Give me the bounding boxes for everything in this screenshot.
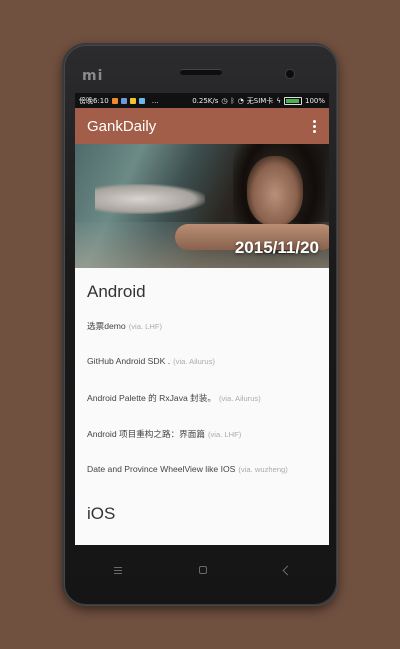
- carrier-label: 无SIM卡: [246, 96, 274, 105]
- notification-icon: [120, 97, 127, 104]
- list-item[interactable]: Android 项目重构之路：界面篇 (via. LHF): [87, 428, 317, 464]
- item-text: Android Palette 的 RxJava 封装。: [87, 393, 216, 403]
- wifi-icon: ◔: [237, 96, 244, 105]
- front-camera: [285, 69, 295, 79]
- app-bar: GankDaily: [75, 108, 329, 144]
- brand-logo: mi: [82, 68, 104, 84]
- home-icon[interactable]: [198, 566, 207, 574]
- earpiece-speaker: [180, 69, 222, 75]
- section-title: iOS: [87, 504, 116, 523]
- list-item[interactable]: 选票demo (via. LHF): [87, 320, 317, 356]
- header-image[interactable]: 2015/11/20: [75, 144, 329, 268]
- hero-face: [247, 156, 303, 226]
- notification-icon: [138, 97, 145, 104]
- item-text: Date and Province WheelView like IOS: [87, 464, 236, 474]
- notification-icon: [111, 97, 118, 104]
- item-text: Android 项目重构之路：界面篇: [87, 429, 205, 439]
- back-icon[interactable]: [282, 565, 292, 575]
- bluetooth-icon: ᛒ: [230, 96, 235, 105]
- battery-icon: [283, 96, 302, 105]
- list-item[interactable]: GitHub Android SDK . (via. Ailurus): [87, 356, 317, 392]
- charging-icon: ϟ: [276, 96, 281, 105]
- section-title: Android: [87, 282, 146, 301]
- alarm-icon: ◷: [221, 96, 228, 105]
- item-via: (via. LHF): [128, 322, 163, 331]
- item-text: GitHub Android SDK .: [87, 356, 171, 366]
- hero-figure: [95, 184, 205, 214]
- app-title: GankDaily: [87, 117, 157, 135]
- list-item[interactable]: Android Palette 的 RxJava 封装。 (via. Ailuru…: [87, 392, 317, 428]
- status-bar: 傍晚6:10 … 0.25K/s ◷ ᛒ ◔ 无SIM卡 ϟ 100%: [75, 93, 329, 108]
- list-item[interactable]: Date and Province WheelView like IOS (via…: [87, 464, 317, 500]
- notification-icon: [129, 97, 136, 104]
- item-via: (via. Ailurus): [218, 394, 261, 403]
- item-text: 选票demo: [87, 321, 126, 331]
- header-date: 2015/11/20: [234, 238, 319, 257]
- menu-icon[interactable]: [113, 566, 122, 574]
- item-via: (via. Ailurus): [173, 357, 215, 366]
- app-screen: 傍晚6:10 … 0.25K/s ◷ ᛒ ◔ 无SIM卡 ϟ 100% Gank…: [75, 93, 329, 545]
- network-speed: 0.25K/s: [192, 96, 219, 105]
- status-time: 傍晚6:10: [79, 96, 109, 105]
- more-vert-icon[interactable]: [311, 119, 317, 133]
- battery-percent: 100%: [304, 96, 325, 105]
- nav-bar: [75, 552, 329, 588]
- content-list: Android 选票demo (via. LHF) GitHub Android …: [75, 268, 329, 524]
- item-via: (via. LHF): [207, 430, 242, 439]
- item-via: (via. wuzheng): [238, 465, 288, 474]
